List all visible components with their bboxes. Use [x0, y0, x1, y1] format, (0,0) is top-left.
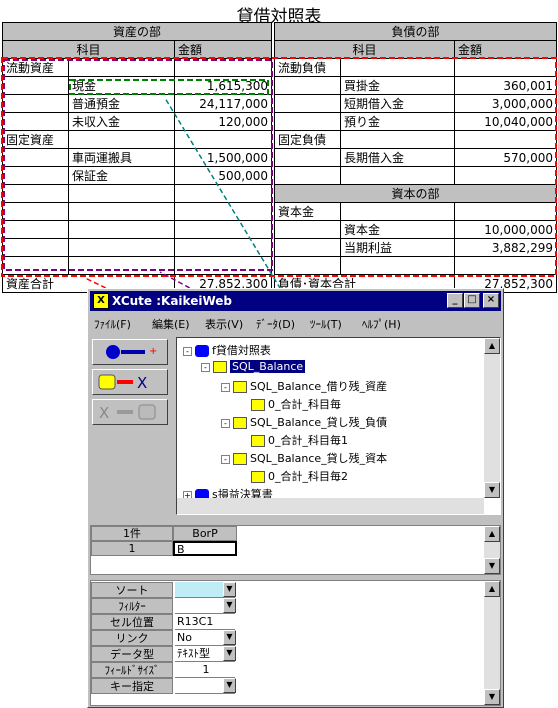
property-value[interactable]: R13C1: [175, 614, 235, 630]
collapse-icon[interactable]: -: [183, 346, 192, 356]
tree-node[interactable]: 0_合計_科目毎1: [251, 432, 348, 448]
tree-node[interactable]: 0_合計_科目毎: [251, 396, 341, 412]
scroll-up-icon[interactable]: ▲: [484, 526, 500, 542]
tree-hscrollbar[interactable]: [177, 498, 484, 514]
app-window: X XCute :KaikeiWeb _ □ × ﾌｧｲﾙ(F) 編集(E) 表…: [87, 288, 504, 708]
property-key: ﾌｨﾙﾀｰ: [91, 598, 173, 614]
property-key: キー指定: [91, 678, 173, 694]
dropdown-arrow-icon[interactable]: ▼: [223, 646, 236, 661]
property-value[interactable]: 1: [175, 662, 235, 678]
export-excel-button[interactable]: X: [92, 369, 168, 395]
property-grid: ソート ▼ ﾌｨﾙﾀｰ ▼ セル位置 R13C1 リンク No ▼ データ型 ﾃｷｽﾄ型 ▼ ﾌｨｰﾙﾄ…: [90, 580, 501, 706]
grid-cell[interactable]: B: [173, 541, 237, 556]
minimize-button[interactable]: _: [447, 293, 463, 308]
query-icon: [251, 399, 265, 411]
svg-text:X: X: [137, 374, 147, 392]
menu-tools[interactable]: ﾂｰﾙ(T): [310, 316, 342, 332]
app-icon: X: [93, 293, 109, 309]
property-key: ソート: [91, 582, 173, 598]
dropdown-arrow-icon[interactable]: ▼: [223, 630, 236, 645]
tree-scrollbar[interactable]: [484, 338, 500, 498]
query-icon: [233, 417, 247, 429]
menu-bar: ﾌｧｲﾙ(F) 編集(E) 表示(V) ﾃﾞｰﾀ(D) ﾂｰﾙ(T) ﾍﾙﾌﾟ(…: [90, 313, 501, 331]
collapse-icon[interactable]: -: [221, 418, 230, 428]
tree-node[interactable]: 0_合計_科目毎2: [251, 468, 348, 484]
grid-count: 1件: [91, 526, 173, 541]
menu-edit[interactable]: 編集(E): [152, 316, 190, 332]
menu-file[interactable]: ﾌｧｲﾙ(F): [94, 316, 131, 332]
property-scrollbar[interactable]: [484, 581, 500, 705]
property-key: データ型: [91, 646, 173, 662]
query-icon: [233, 453, 247, 465]
dropdown-arrow-icon[interactable]: ▼: [223, 678, 236, 693]
tree-node[interactable]: - SQL_Balance_借り残_資産: [221, 378, 387, 394]
collapse-icon[interactable]: -: [221, 382, 230, 392]
grid-row-number: 1: [91, 541, 173, 556]
tree-node-selected[interactable]: - SQL_Balance: [201, 360, 306, 373]
query-icon: [251, 471, 265, 483]
dropdown-arrow-icon[interactable]: ▼: [223, 598, 236, 613]
collapse-icon[interactable]: -: [221, 454, 230, 464]
svg-text:+: +: [149, 346, 157, 357]
grid-column-header[interactable]: BorP: [173, 526, 237, 541]
scroll-down-icon[interactable]: ▼: [484, 558, 500, 574]
query-icon: [233, 381, 247, 393]
menu-data[interactable]: ﾃﾞｰﾀ(D): [256, 316, 295, 332]
maximize-button[interactable]: □: [464, 293, 480, 308]
title-bar[interactable]: X XCute :KaikeiWeb _ □ ×: [90, 291, 501, 311]
object-tree: - f貸借対照表 - SQL_Balance - SQL_Balance_借り残_資産…: [176, 337, 501, 515]
dropdown-arrow-icon[interactable]: ▼: [223, 582, 236, 597]
scroll-down-icon[interactable]: ▼: [484, 482, 500, 498]
scroll-up-icon[interactable]: ▲: [484, 581, 500, 597]
query-toolbar-button[interactable]: +: [92, 339, 168, 365]
window-title: XCute :KaikeiWeb: [112, 294, 232, 308]
tree-node[interactable]: - SQL_Balance_貸し残_資本: [221, 450, 387, 466]
scroll-down-icon[interactable]: ▼: [484, 689, 500, 705]
property-key: リンク: [91, 630, 173, 646]
query-icon: [213, 361, 227, 373]
tree-node[interactable]: - f貸借対照表: [183, 342, 271, 358]
query-icon: [251, 435, 265, 447]
database-icon: [195, 345, 209, 357]
menu-help[interactable]: ﾍﾙﾌﾟ(H): [362, 316, 401, 332]
menu-view[interactable]: 表示(V): [205, 316, 243, 332]
tree-node[interactable]: - SQL_Balance_貸し残_負債: [221, 414, 387, 430]
property-key: セル位置: [91, 614, 173, 630]
scroll-up-icon[interactable]: ▲: [484, 338, 500, 354]
collapse-icon[interactable]: -: [201, 362, 210, 372]
svg-text:X: X: [99, 404, 109, 422]
data-grid: 1件 BorP 1 B ▲ ▼: [90, 525, 501, 575]
import-excel-button[interactable]: X: [92, 399, 168, 425]
close-button[interactable]: ×: [483, 293, 499, 308]
property-key: ﾌｨｰﾙﾄﾞｻｲｽﾞ: [91, 662, 173, 678]
